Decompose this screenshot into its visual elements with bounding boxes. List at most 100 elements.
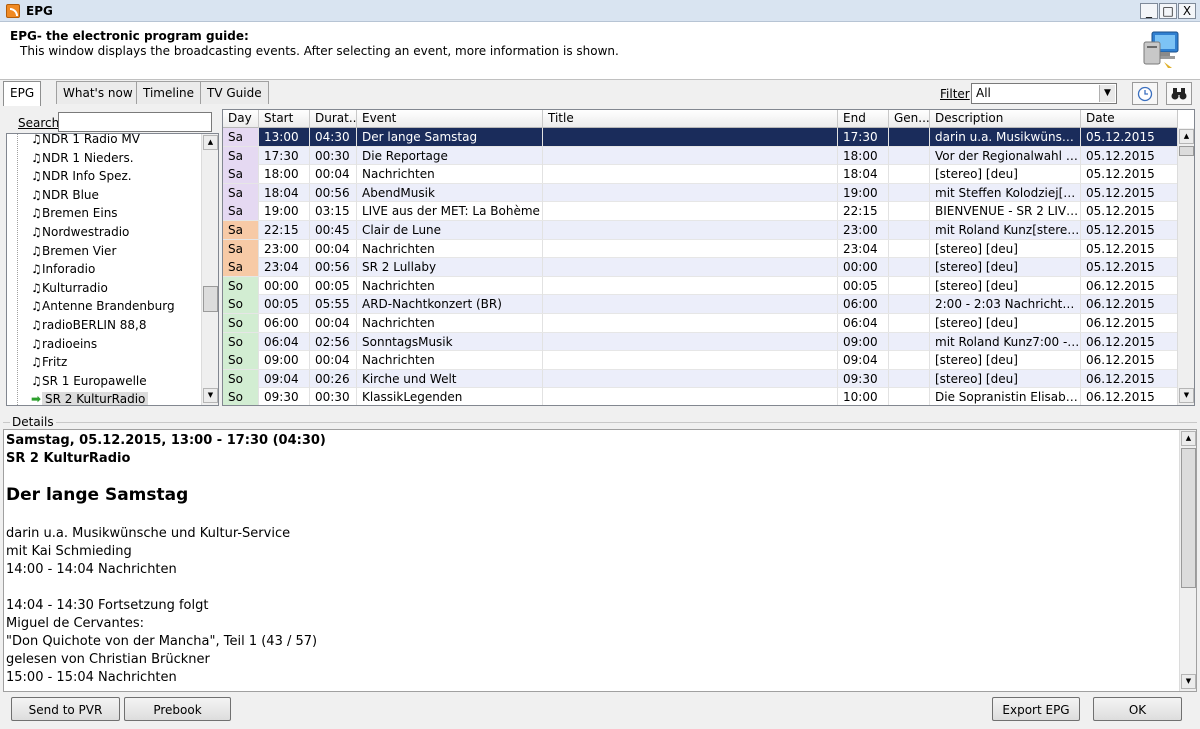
- column-header-duration[interactable]: Durat...: [310, 110, 357, 128]
- maximize-button[interactable]: □: [1159, 3, 1177, 19]
- cell-duration: 00:04: [310, 351, 357, 370]
- table-row[interactable]: Sa 23:04 00:56 SR 2 Lullaby 00:00 [stereo] [d…: [223, 258, 1178, 277]
- table-row[interactable]: So 06:00 00:04 Nachrichten 06:04 [stereo] [de…: [223, 314, 1178, 333]
- scroll-down-icon[interactable]: ▼: [1179, 388, 1194, 403]
- filter-dropdown[interactable]: All ▼: [971, 83, 1117, 104]
- scroll-down-icon[interactable]: ▼: [203, 388, 218, 403]
- column-header-event[interactable]: Event: [357, 110, 543, 128]
- station-label: SR 2 KulturRadio: [42, 392, 149, 405]
- clock-button[interactable]: [1132, 82, 1158, 105]
- cell-end: 06:04: [838, 314, 889, 332]
- minimize-button[interactable]: _: [1140, 3, 1158, 19]
- cell-genre: [889, 388, 930, 405]
- send-to-pvr-button[interactable]: Send to PVR: [11, 697, 120, 721]
- tab-whats-now[interactable]: What's now: [56, 81, 140, 104]
- cell-end: 18:00: [838, 146, 889, 165]
- column-header-genre[interactable]: Gen...: [889, 110, 930, 128]
- column-header-day[interactable]: Day: [223, 110, 259, 128]
- table-row[interactable]: So 00:00 00:05 Nachrichten 00:05 [stereo] [de…: [223, 276, 1178, 296]
- cell-duration: 04:30: [310, 128, 357, 146]
- music-note-icon: ♫: [31, 336, 42, 351]
- column-header-title[interactable]: Title: [543, 110, 838, 128]
- scroll-up-icon[interactable]: ▲: [1181, 431, 1196, 446]
- station-item[interactable]: ♫ NDR Info Spez.: [7, 167, 202, 185]
- station-label: Inforadio: [42, 262, 96, 277]
- find-button[interactable]: [1166, 82, 1192, 105]
- music-note-icon: ♫: [31, 280, 42, 295]
- title-bar: EPG _ □ X: [0, 0, 1200, 22]
- cell-start: 18:04: [259, 183, 310, 202]
- cell-duration: 03:15: [310, 202, 357, 221]
- cell-start: 23:04: [259, 258, 310, 277]
- table-row[interactable]: So 06:04 02:56 SonntagsMusik 09:00 mit Roland…: [223, 332, 1178, 352]
- scroll-thumb[interactable]: [1179, 146, 1194, 156]
- station-item[interactable]: ➡ SR 2 KulturRadio: [7, 390, 202, 405]
- scroll-thumb[interactable]: [203, 286, 218, 312]
- scroll-thumb[interactable]: [1181, 448, 1196, 588]
- cell-description: 2:00 - 2:03 Nachrichten...: [930, 295, 1081, 314]
- cell-start: 18:00: [259, 165, 310, 184]
- cell-title: [543, 202, 838, 221]
- cell-genre: [889, 351, 930, 370]
- cell-day: Sa: [223, 258, 259, 277]
- station-label: Fritz: [42, 355, 68, 370]
- table-row[interactable]: Sa 13:00 04:30 Der lange Samstag 17:30 darin …: [223, 128, 1178, 147]
- station-item[interactable]: ♫ NDR Blue: [7, 186, 202, 204]
- table-row[interactable]: So 00:05 05:55 ARD-Nachtkonzert (BR) 06:00 2:…: [223, 295, 1178, 314]
- tab-epg[interactable]: EPG: [3, 81, 42, 106]
- station-item[interactable]: ♫ radioBERLIN 88,8: [7, 316, 202, 334]
- cell-date: 05.12.2015: [1081, 202, 1178, 221]
- scroll-down-icon[interactable]: ▼: [1181, 674, 1196, 689]
- grid-scrollbar[interactable]: ▲ ▼: [1177, 128, 1194, 405]
- close-button[interactable]: X: [1178, 3, 1196, 19]
- prebook-button[interactable]: Prebook: [124, 697, 231, 721]
- network-computer-icon: [1143, 31, 1179, 68]
- station-item[interactable]: ♫ Inforadio: [7, 260, 202, 278]
- table-row[interactable]: Sa 18:04 00:56 AbendMusik 19:00 mit Steffen K…: [223, 183, 1178, 203]
- column-header-start[interactable]: Start: [259, 110, 310, 128]
- column-header-description[interactable]: Description: [930, 110, 1081, 128]
- station-item[interactable]: ♫ NDR 1 Radio MV: [7, 134, 202, 148]
- station-item[interactable]: ♫ SR 1 Europawelle: [7, 372, 202, 390]
- table-row[interactable]: So 09:00 00:04 Nachrichten 09:04 [stereo] [de…: [223, 351, 1178, 370]
- cell-title: [543, 332, 838, 351]
- station-item[interactable]: ♫ Fritz: [7, 353, 202, 371]
- details-panel: Samstag, 05.12.2015, 13:00 - 17:30 (04:3…: [3, 429, 1197, 692]
- table-row[interactable]: Sa 17:30 00:30 Die Reportage 18:00 Vor der Re…: [223, 146, 1178, 166]
- table-row[interactable]: Sa 22:15 00:45 Clair de Lune 23:00 mit Roland…: [223, 221, 1178, 240]
- chevron-down-icon[interactable]: ▼: [1099, 85, 1115, 102]
- cell-end: 19:00: [838, 183, 889, 202]
- tab-timeline[interactable]: Timeline: [136, 81, 202, 104]
- tab-tv-guide[interactable]: TV Guide: [200, 81, 269, 104]
- station-item[interactable]: ♫ Nordwestradio: [7, 223, 202, 241]
- table-row[interactable]: So 09:04 00:26 Kirche und Welt 09:30 [stereo]…: [223, 369, 1178, 389]
- column-header-date[interactable]: Date: [1081, 110, 1178, 128]
- station-item[interactable]: ♫ Bremen Eins: [7, 204, 202, 222]
- cell-genre: [889, 202, 930, 221]
- station-item[interactable]: ♫ radioeins: [7, 335, 202, 353]
- search-input[interactable]: [58, 112, 212, 132]
- station-item[interactable]: ♫ Bremen Vier: [7, 242, 202, 260]
- station-item[interactable]: ♫ Kulturradio: [7, 279, 202, 297]
- station-item[interactable]: ♫ Antenne Brandenburg: [7, 297, 202, 315]
- table-row[interactable]: Sa 19:00 03:15 LIVE aus der MET: La Bohème 2…: [223, 202, 1178, 221]
- details-label: Details: [10, 415, 56, 429]
- column-header-end[interactable]: End: [838, 110, 889, 128]
- music-note-icon: ♫: [31, 225, 42, 239]
- details-line: mit Kai Schmieding: [6, 544, 132, 559]
- epg-grid: Day Start Durat... Event Title End Gen... Descr…: [222, 109, 1195, 406]
- export-epg-button[interactable]: Export EPG: [992, 697, 1080, 721]
- header-description: This window displays the broadcasting ev…: [20, 44, 619, 58]
- cell-start: 00:05: [259, 295, 310, 314]
- scroll-up-icon[interactable]: ▲: [203, 135, 218, 150]
- station-scrollbar[interactable]: ▲ ▼: [201, 134, 218, 405]
- table-row[interactable]: Sa 23:00 00:04 Nachrichten 23:04 [stereo] [de…: [223, 239, 1178, 259]
- table-row[interactable]: So 09:30 00:30 KlassikLegenden 10:00 Die Sopr…: [223, 388, 1178, 405]
- cell-duration: 00:30: [310, 388, 357, 405]
- ok-button[interactable]: OK: [1093, 697, 1182, 721]
- details-scrollbar[interactable]: ▲ ▼: [1179, 430, 1196, 691]
- cell-start: 09:00: [259, 351, 310, 370]
- station-item[interactable]: ♫ NDR 1 Nieders.: [7, 149, 202, 167]
- table-row[interactable]: Sa 18:00 00:04 Nachrichten 18:04 [stereo] [de…: [223, 165, 1178, 184]
- scroll-up-icon[interactable]: ▲: [1179, 129, 1194, 144]
